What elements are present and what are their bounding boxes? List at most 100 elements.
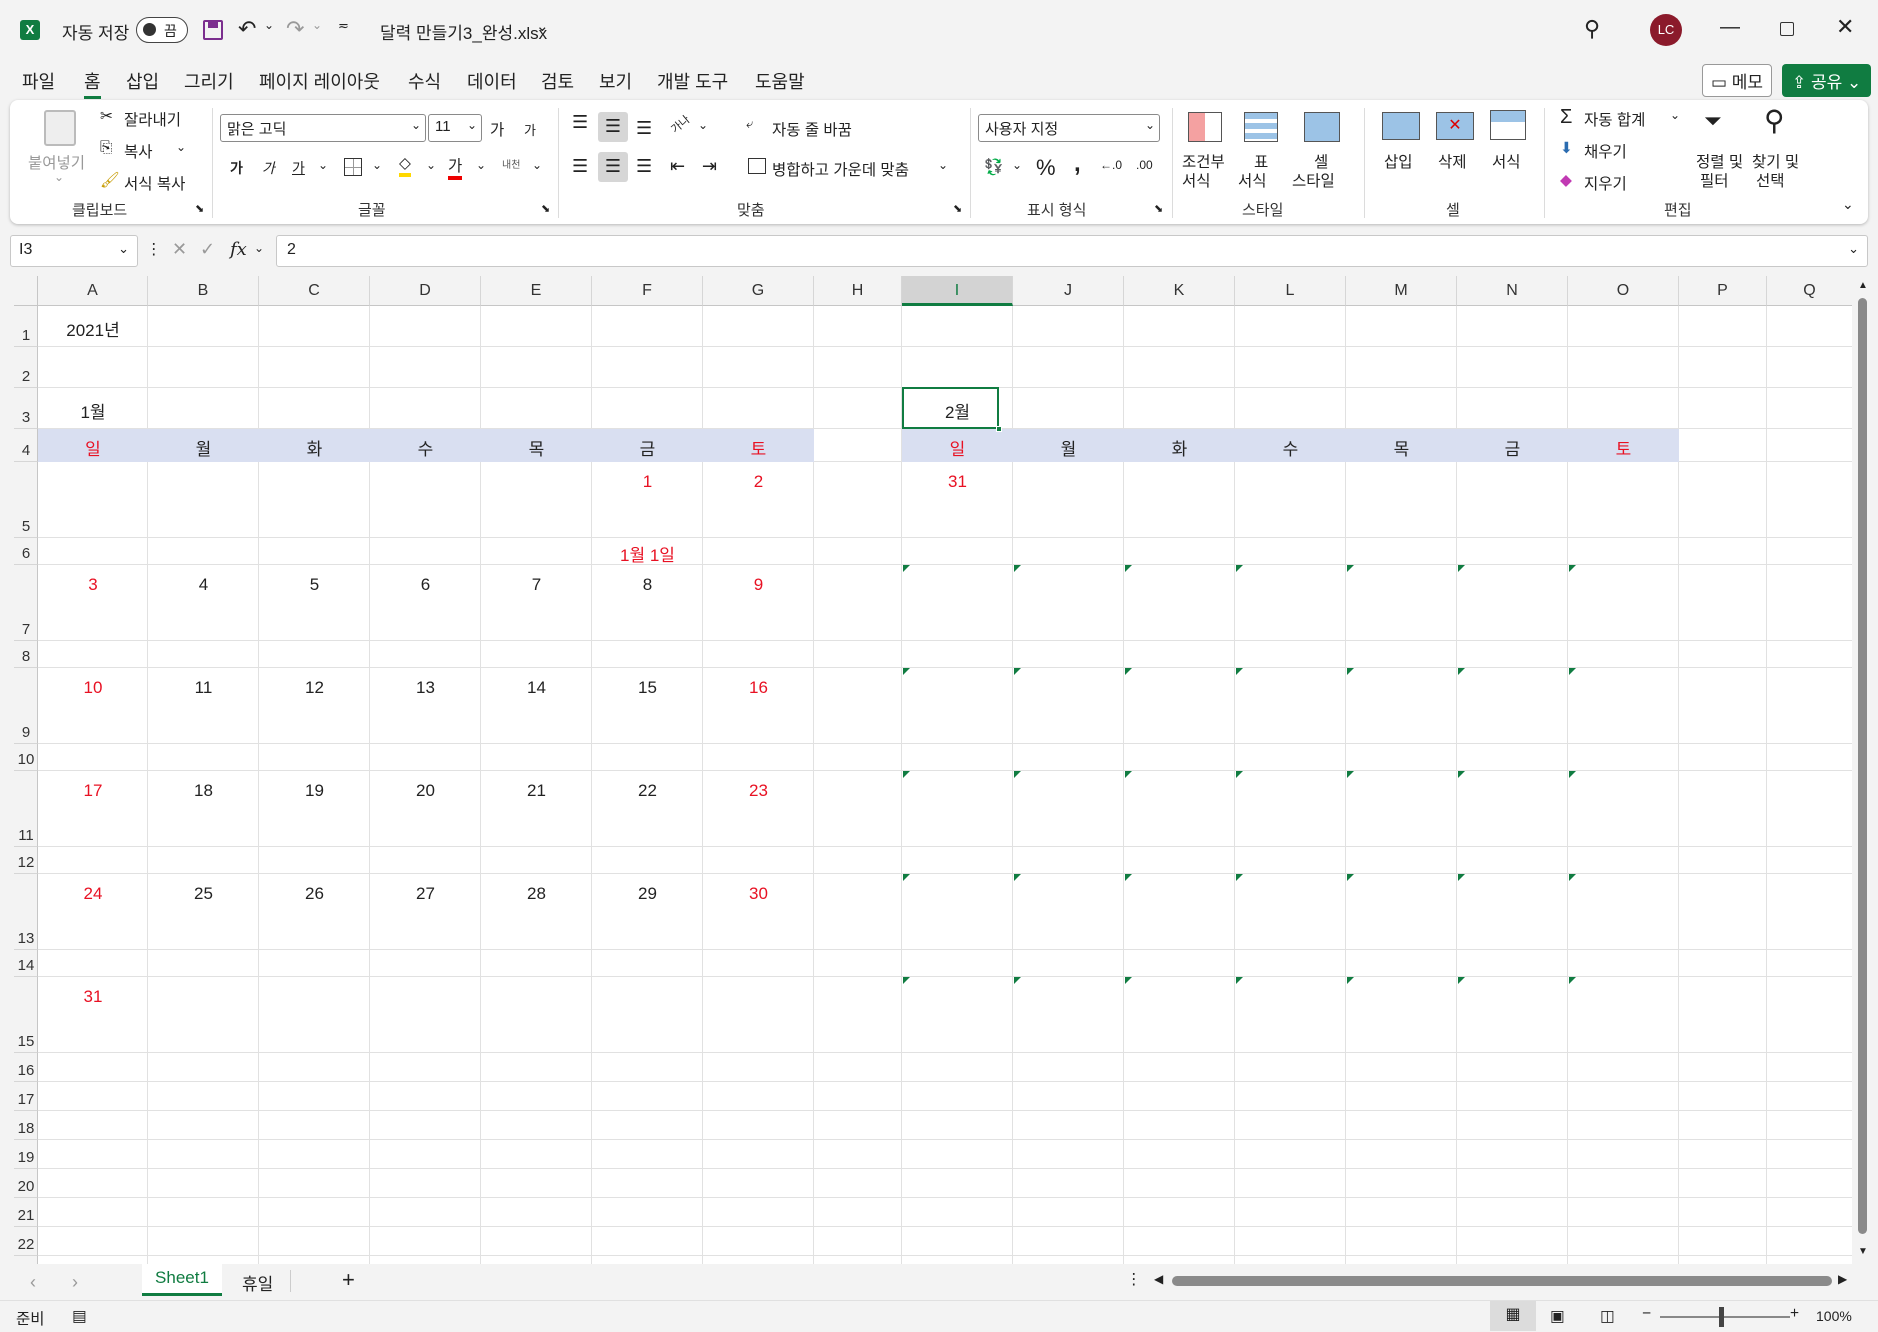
- format-painter-icon[interactable]: 🖌: [100, 171, 120, 190]
- grow-font-button[interactable]: 가: [490, 118, 504, 140]
- column-header-i[interactable]: I: [902, 276, 1013, 306]
- date-cell[interactable]: 1: [592, 472, 703, 492]
- tab-view[interactable]: 보기: [599, 68, 632, 94]
- increase-decimal-icon[interactable]: ←.0: [1100, 158, 1122, 172]
- file-name-dropdown-icon[interactable]: ⌄: [536, 17, 549, 35]
- date-cell[interactable]: 25: [148, 884, 259, 904]
- tab-file[interactable]: 파일: [22, 68, 55, 94]
- select-all-corner[interactable]: [14, 276, 38, 306]
- align-left-icon[interactable]: ☰: [572, 156, 588, 177]
- find-select-icon[interactable]: ⚲: [1764, 104, 1785, 137]
- date-cell[interactable]: 31: [902, 472, 1013, 492]
- tab-developer[interactable]: 개발 도구: [657, 68, 728, 94]
- format-table-sub[interactable]: 서식: [1238, 169, 1267, 191]
- sort-filter-sub[interactable]: 필터: [1700, 169, 1729, 191]
- undo-icon[interactable]: ↶: [238, 16, 256, 42]
- column-header-l[interactable]: L: [1235, 276, 1346, 306]
- autosave-toggle[interactable]: 끔: [136, 17, 188, 43]
- column-header-c[interactable]: C: [259, 276, 370, 306]
- date-cell[interactable]: 8: [592, 575, 703, 595]
- tab-insert[interactable]: 삽입: [126, 68, 159, 94]
- column-header-j[interactable]: J: [1013, 276, 1124, 306]
- scroll-up-icon[interactable]: ▲: [1858, 280, 1868, 291]
- page-break-view-icon[interactable]: ◫: [1600, 1307, 1615, 1326]
- active-cell[interactable]: [902, 387, 999, 429]
- date-cell[interactable]: 5: [259, 575, 370, 595]
- date-cell[interactable]: 22: [592, 781, 703, 801]
- row-header-19[interactable]: 19: [14, 1140, 38, 1169]
- comma-button[interactable]: ,: [1074, 150, 1081, 178]
- date-cell[interactable]: 4: [148, 575, 259, 595]
- date-cell[interactable]: 23: [703, 781, 814, 801]
- weekday-header-feb[interactable]: 토: [1568, 435, 1679, 460]
- date-cell[interactable]: 10: [38, 678, 148, 698]
- weekday-header-feb[interactable]: 화: [1124, 435, 1235, 460]
- zoom-in-icon[interactable]: +: [1790, 1305, 1799, 1323]
- delete-cells-button[interactable]: 삭제: [1438, 150, 1467, 172]
- date-cell[interactable]: 28: [481, 884, 592, 904]
- row-header-17[interactable]: 17: [14, 1082, 38, 1111]
- phonetic-button[interactable]: 내천: [502, 156, 520, 171]
- format-cells-icon[interactable]: [1490, 110, 1526, 140]
- wrap-text-button[interactable]: 자동 줄 바꿈: [772, 118, 852, 140]
- row-header-6[interactable]: 6: [14, 538, 38, 565]
- weekday-header-feb[interactable]: 목: [1346, 435, 1457, 460]
- date-cell[interactable]: 17: [38, 781, 148, 801]
- conditional-format-sub[interactable]: 서식: [1182, 169, 1211, 191]
- zoom-out-icon[interactable]: −: [1642, 1305, 1651, 1323]
- borders-icon[interactable]: [344, 158, 362, 176]
- font-color-dropdown-icon[interactable]: ⌄: [476, 158, 486, 172]
- row-header-2[interactable]: 2: [14, 347, 38, 388]
- copy-icon[interactable]: ⎘: [100, 139, 112, 157]
- autosum-button[interactable]: 자동 합계: [1584, 108, 1645, 130]
- align-right-icon[interactable]: ☰: [636, 156, 652, 177]
- font-name-dropdown[interactable]: 맑은 고딕 ⌄: [220, 114, 426, 142]
- undo-dropdown-icon[interactable]: ⌄: [264, 18, 274, 32]
- search-icon[interactable]: ⚲: [1584, 16, 1600, 42]
- avatar[interactable]: LC: [1650, 14, 1682, 46]
- tab-help[interactable]: 도움말: [755, 68, 805, 94]
- date-cell[interactable]: 3: [38, 575, 148, 595]
- maximize-icon[interactable]: [1780, 22, 1794, 36]
- add-sheet-button[interactable]: +: [342, 1267, 355, 1293]
- date-cell[interactable]: 18: [148, 781, 259, 801]
- weekday-header-jan[interactable]: 목: [481, 435, 592, 460]
- column-header-a[interactable]: A: [38, 276, 148, 306]
- fill-icon[interactable]: ⬇: [1560, 139, 1573, 158]
- tab-home[interactable]: 홈: [84, 68, 101, 99]
- format-cells-button[interactable]: 서식: [1492, 150, 1521, 172]
- row-header-3[interactable]: 3: [14, 388, 38, 429]
- row-header-20[interactable]: 20: [14, 1169, 38, 1198]
- column-header-q[interactable]: Q: [1767, 276, 1852, 306]
- autosum-icon[interactable]: Σ: [1560, 106, 1572, 129]
- paste-icon[interactable]: [44, 110, 76, 146]
- horizontal-scroll-thumb[interactable]: [1172, 1276, 1832, 1286]
- autosum-dropdown-icon[interactable]: ⌄: [1670, 108, 1680, 122]
- scroll-left-icon[interactable]: ◀: [1154, 1272, 1163, 1286]
- column-header-h[interactable]: H: [814, 276, 902, 306]
- insert-function-icon[interactable]: fx: [230, 239, 247, 260]
- date-cell[interactable]: 27: [370, 884, 481, 904]
- align-center-icon[interactable]: ☰: [598, 152, 628, 182]
- date-cell[interactable]: 24: [38, 884, 148, 904]
- orientation-dropdown-icon[interactable]: ⌄: [698, 118, 708, 132]
- insert-cells-button[interactable]: 삽입: [1384, 150, 1413, 172]
- accessibility-icon[interactable]: ▤: [72, 1307, 87, 1326]
- increase-indent-icon[interactable]: ⇥: [702, 156, 717, 177]
- cut-icon[interactable]: ✂: [100, 107, 113, 126]
- scroll-down-icon[interactable]: ▼: [1858, 1246, 1868, 1257]
- row-header-22[interactable]: 22: [14, 1227, 38, 1256]
- align-top-icon[interactable]: ☰: [572, 112, 588, 133]
- redo-icon[interactable]: ↷: [286, 16, 304, 42]
- customize-qat-icon[interactable]: ≂: [338, 18, 349, 34]
- memo-button[interactable]: ▭ 메모: [1702, 64, 1773, 97]
- row-header-14[interactable]: 14: [14, 950, 38, 977]
- date-cell[interactable]: 14: [481, 678, 592, 698]
- column-header-f[interactable]: F: [592, 276, 703, 306]
- tab-draw[interactable]: 그리기: [184, 68, 234, 94]
- enter-icon[interactable]: ✓: [200, 239, 215, 260]
- weekday-header-feb[interactable]: 수: [1235, 435, 1346, 460]
- format-table-icon[interactable]: [1244, 112, 1278, 142]
- clear-button[interactable]: 지우기: [1584, 172, 1627, 194]
- name-box[interactable]: I3 ⌄: [10, 235, 138, 267]
